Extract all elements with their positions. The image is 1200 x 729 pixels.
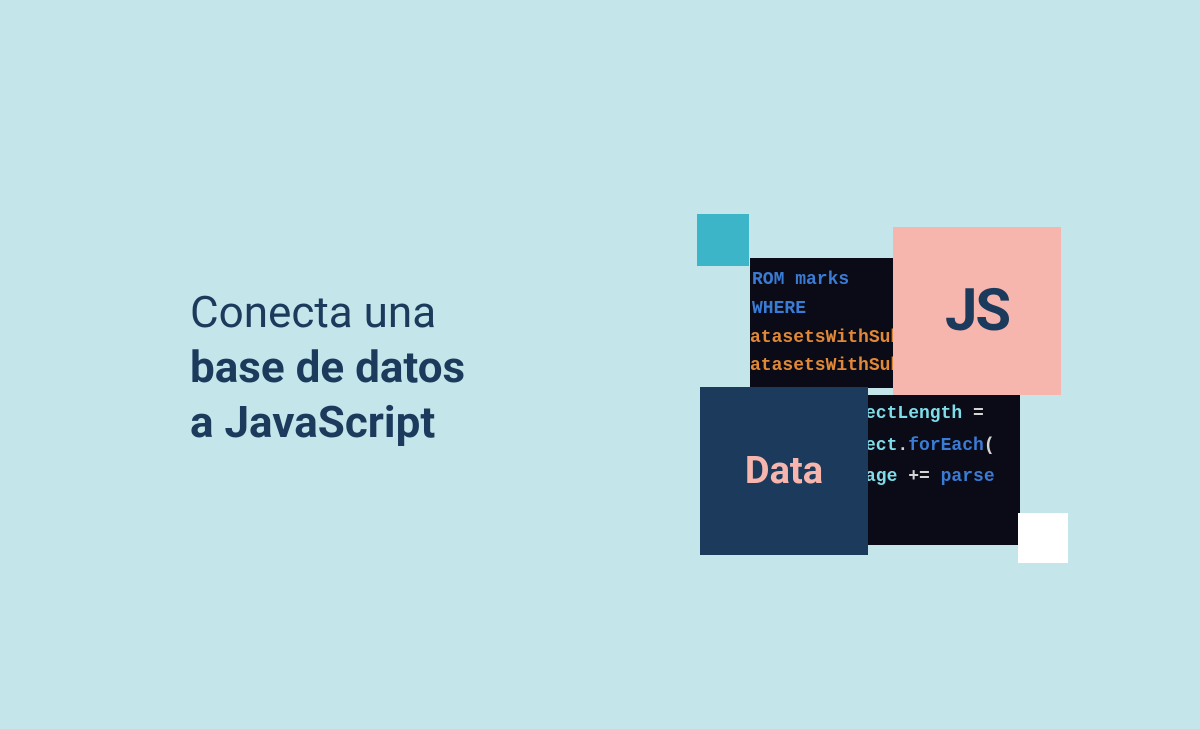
code-line: age += parse xyxy=(865,462,1020,494)
js-badge-label: JS xyxy=(945,277,1009,345)
code-line: ect.forEach( xyxy=(865,431,1020,463)
js-badge: JS xyxy=(893,227,1061,395)
headline: Conecta una base de datos a JavaScript xyxy=(190,285,465,450)
code-line: atasetsWithSubj xyxy=(750,324,900,353)
code-snippet-sql: ROM marks WHERE atasetsWithSubj atasetsW… xyxy=(750,258,900,388)
code-line: atasetsWithSubje xyxy=(750,352,900,381)
code-snippet-js: ectLength = ect.forEach( age += parse xyxy=(865,395,1020,545)
code-line: ectLength = xyxy=(865,399,1020,431)
teal-accent-square xyxy=(697,214,749,266)
headline-line-2: base de datos xyxy=(190,340,465,395)
headline-line-1: Conecta una xyxy=(190,285,465,340)
graphic-collage: ROM marks WHERE atasetsWithSubj atasetsW… xyxy=(650,200,1070,580)
white-accent-square xyxy=(1018,513,1068,563)
data-badge-label: Data xyxy=(745,449,823,493)
code-line: ROM marks WHERE xyxy=(750,266,900,324)
headline-line-3: a JavaScript xyxy=(190,395,465,450)
data-badge: Data xyxy=(700,387,868,555)
